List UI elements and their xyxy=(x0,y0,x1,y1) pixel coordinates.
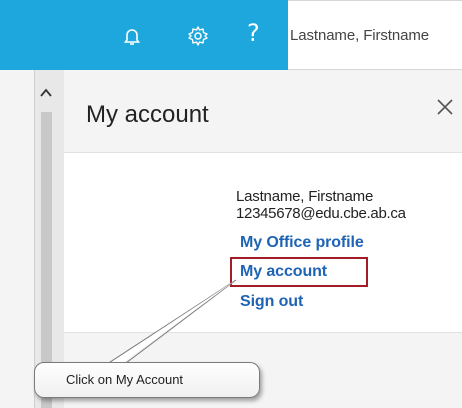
sign-out-link[interactable]: Sign out xyxy=(240,293,303,311)
top-bar: ? Lastname, Firstname xyxy=(0,0,462,70)
account-name: Lastname, Firstname xyxy=(236,188,374,205)
chevron-up-icon[interactable] xyxy=(38,86,54,98)
account-email: 12345678@edu.cbe.ab.ca xyxy=(236,205,406,222)
highlight-box xyxy=(230,257,368,287)
help-icon[interactable]: ? xyxy=(247,21,269,45)
my-office-profile-link[interactable]: My Office profile xyxy=(240,234,364,252)
left-rail xyxy=(0,70,34,408)
top-bar-accent xyxy=(0,0,288,70)
bell-icon[interactable] xyxy=(121,26,143,48)
user-name-button[interactable]: Lastname, Firstname xyxy=(288,0,462,70)
callout-text: Click on My Account xyxy=(66,372,184,387)
close-icon[interactable] xyxy=(434,96,456,118)
gear-icon[interactable] xyxy=(187,25,209,47)
panel-title: My account xyxy=(86,101,209,128)
